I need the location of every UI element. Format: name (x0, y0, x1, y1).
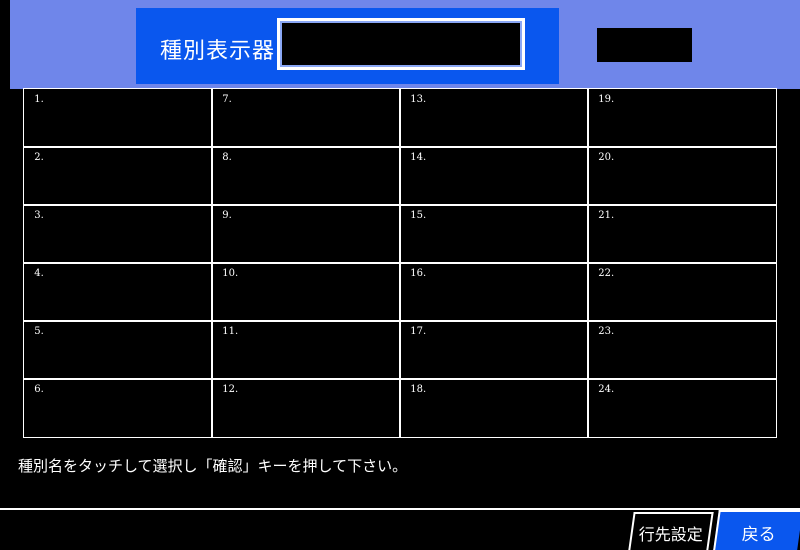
cell-number: 14. (410, 152, 427, 164)
instruction-text: 種別名をタッチして選択し「確認」キーを押して下さい。 (18, 457, 408, 475)
type-cell[interactable]: 5. (23, 320, 213, 380)
cell-number: 12. (222, 384, 239, 396)
type-cell[interactable]: 10. (211, 262, 401, 322)
type-cell[interactable]: 24. (587, 378, 777, 438)
type-cell[interactable]: 1. (23, 88, 213, 148)
cell-number: 9. (222, 210, 232, 222)
route-setting-tab[interactable]: 行先設定 (628, 512, 714, 550)
cell-number: 13. (410, 94, 427, 106)
type-cell[interactable]: 16. (399, 262, 589, 322)
type-cell[interactable]: 2. (23, 146, 213, 206)
cell-number: 7. (222, 94, 232, 106)
type-cell[interactable]: 22. (587, 262, 777, 322)
divider (0, 508, 800, 510)
type-cell[interactable]: 7. (211, 88, 401, 148)
type-indicator-display (277, 18, 525, 70)
type-cell[interactable]: 19. (587, 88, 777, 148)
cell-number: 24. (598, 384, 615, 396)
cell-number: 20. (598, 152, 615, 164)
cell-number: 11. (222, 326, 239, 338)
type-cell[interactable]: 14. (399, 146, 589, 206)
cell-number: 15. (410, 210, 427, 222)
cell-number: 17. (410, 326, 427, 338)
cell-number: 4. (34, 268, 44, 280)
cell-number: 5. (34, 326, 44, 338)
cell-number: 2. (34, 152, 44, 164)
type-indicator-label: 種別表示器 (160, 39, 276, 64)
cell-number: 1. (34, 94, 44, 106)
type-cell[interactable]: 9. (211, 204, 401, 264)
type-cell[interactable]: 8. (211, 146, 401, 206)
header-bar: 種別表示器 (10, 0, 800, 89)
type-indicator-panel: 種別表示器 (136, 8, 559, 84)
status-display (597, 28, 692, 62)
type-cell[interactable]: 12. (211, 378, 401, 438)
type-cell[interactable]: 17. (399, 320, 589, 380)
cell-number: 16. (410, 268, 427, 280)
type-cell[interactable]: 18. (399, 378, 589, 438)
route-setting-label: 行先設定 (638, 525, 703, 544)
cell-number: 21. (598, 210, 615, 222)
type-selection-grid: 1. 2. 3. 4. 5. 6. 7. 8. 9. 10. 11. 12. 1… (23, 88, 777, 438)
cell-number: 3. (34, 210, 44, 222)
type-cell[interactable]: 20. (587, 146, 777, 206)
type-cell[interactable]: 3. (23, 204, 213, 264)
back-button[interactable]: 戻る (713, 510, 800, 550)
cell-number: 19. (598, 94, 615, 106)
type-cell[interactable]: 23. (587, 320, 777, 380)
cell-number: 6. (34, 384, 44, 396)
cell-number: 22. (598, 268, 615, 280)
cell-number: 18. (410, 384, 427, 396)
back-label: 戻る (741, 525, 776, 545)
type-cell[interactable]: 6. (23, 378, 213, 438)
type-cell[interactable]: 11. (211, 320, 401, 380)
cell-number: 8. (222, 152, 232, 164)
cell-number: 23. (598, 326, 615, 338)
type-cell[interactable]: 13. (399, 88, 589, 148)
type-cell[interactable]: 21. (587, 204, 777, 264)
cell-number: 10. (222, 268, 239, 280)
type-cell[interactable]: 4. (23, 262, 213, 322)
type-cell[interactable]: 15. (399, 204, 589, 264)
